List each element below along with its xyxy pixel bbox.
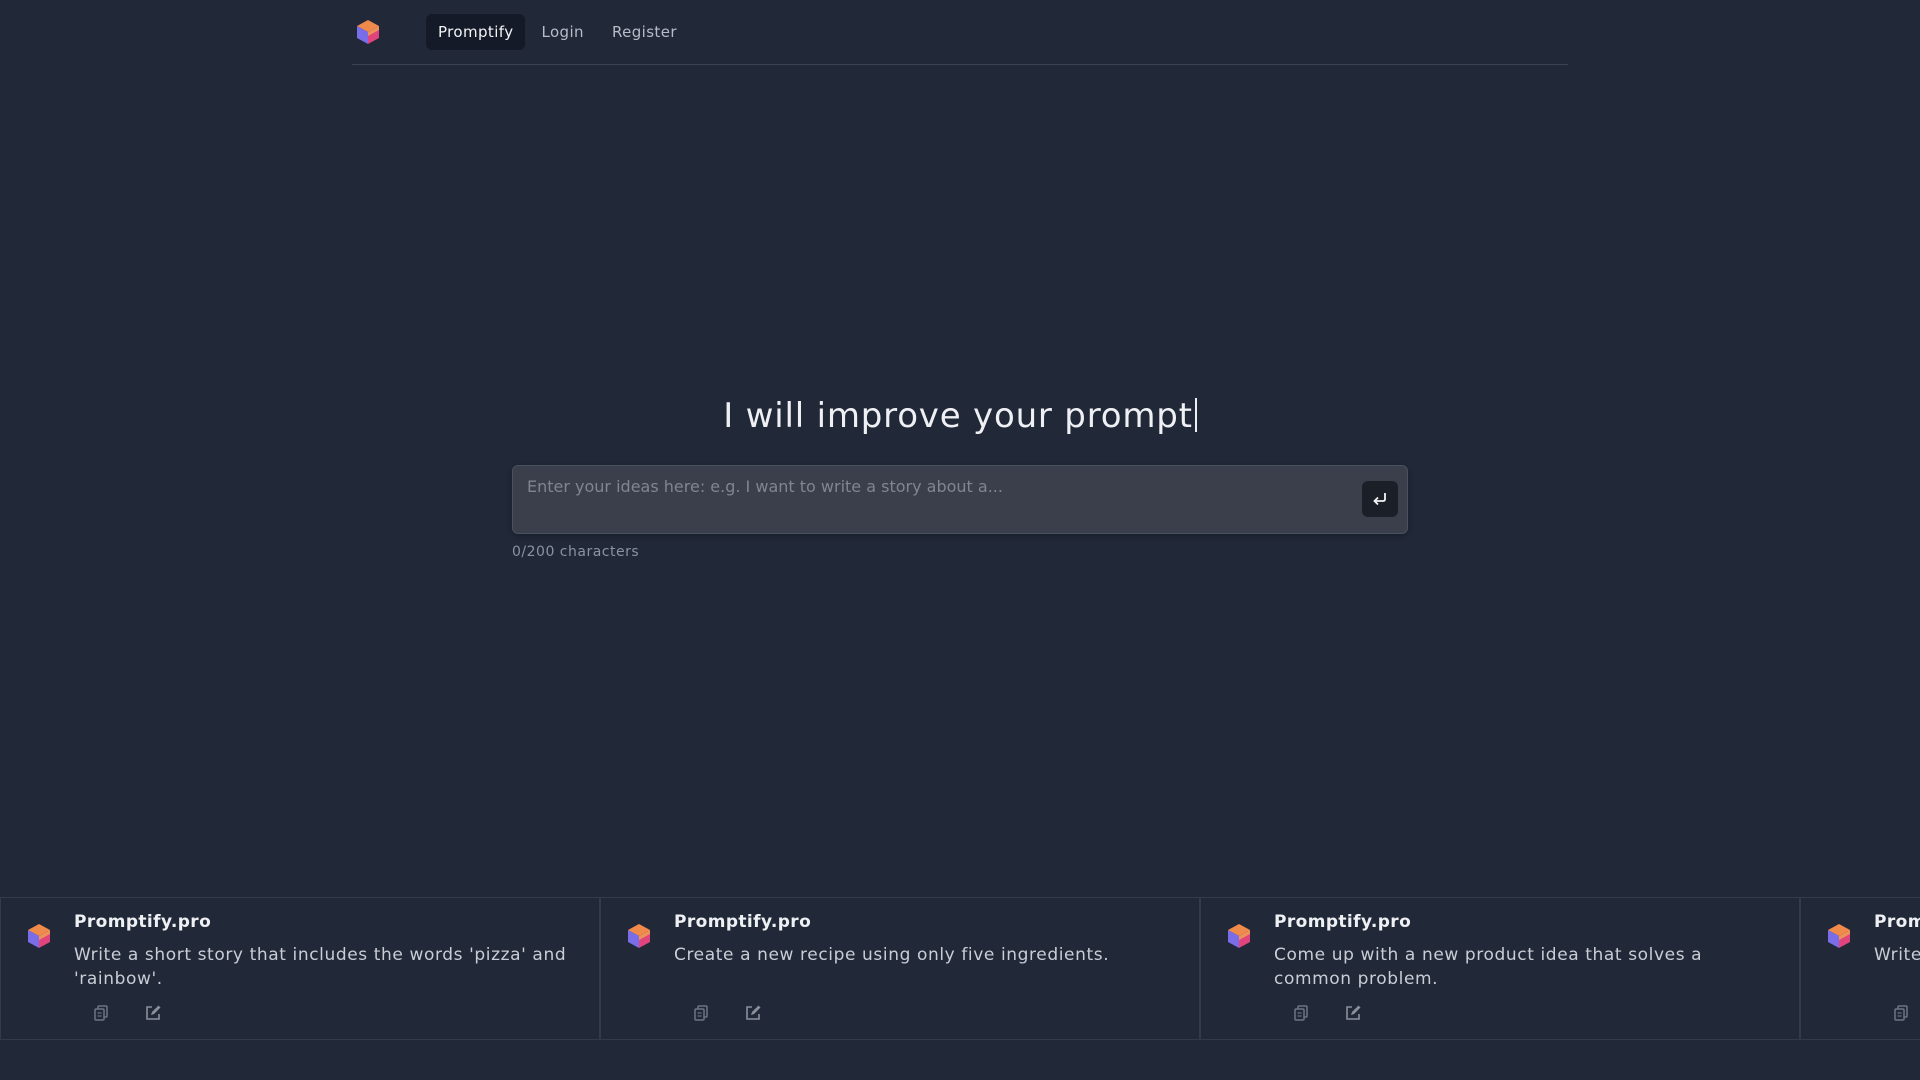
- edit-icon[interactable]: [144, 1004, 162, 1022]
- edit-icon[interactable]: [744, 1004, 762, 1022]
- enter-icon: [1373, 493, 1386, 506]
- edit-icon[interactable]: [1344, 1004, 1362, 1022]
- nav-link-promptify[interactable]: Promptify: [426, 14, 526, 50]
- cube-logo-icon: [25, 922, 53, 950]
- typing-caret: [1194, 398, 1197, 432]
- example-card[interactable]: Promptify.pro Write a poem about the oce…: [1800, 898, 1920, 1039]
- copy-icon[interactable]: [92, 1004, 110, 1022]
- card-text: Come up with a new product idea that sol…: [1274, 945, 1703, 989]
- example-card[interactable]: Promptify.pro Write a short story that i…: [0, 898, 600, 1039]
- top-nav: Promptify Login Register: [352, 0, 1568, 65]
- copy-icon[interactable]: [692, 1004, 710, 1022]
- copy-icon[interactable]: [1892, 1004, 1910, 1022]
- cube-logo-icon[interactable]: [354, 18, 382, 46]
- card-actions: [692, 1004, 762, 1022]
- card-actions: [1892, 1004, 1920, 1022]
- prompt-box: [512, 465, 1408, 534]
- card-title: Promptify.pro: [74, 912, 212, 932]
- page: Promptify Login Register I will improve …: [0, 0, 1920, 1080]
- card-actions: [1292, 1004, 1362, 1022]
- nav-link-login[interactable]: Login: [529, 14, 595, 50]
- example-cards-strip: Promptify.pro Write a short story that i…: [0, 897, 1920, 1040]
- cube-logo-icon: [1825, 922, 1853, 950]
- card-text: Write a poem about the ocean.: [1874, 945, 1920, 965]
- cube-logo-icon: [1225, 922, 1253, 950]
- card-title: Promptify.pro: [1874, 912, 1920, 932]
- card-actions: [92, 1004, 162, 1022]
- cube-logo-icon: [625, 922, 653, 950]
- card-title: Promptify.pro: [674, 912, 812, 932]
- hero-title-text: I will improve your prompt: [723, 396, 1193, 436]
- submit-button[interactable]: [1362, 481, 1398, 517]
- card-text: Write a short story that includes the wo…: [74, 945, 567, 989]
- example-card[interactable]: Promptify.pro Come up with a new product…: [1200, 898, 1800, 1039]
- prompt-input[interactable]: [513, 466, 1373, 533]
- hero-title: I will improve your prompt: [0, 396, 1920, 436]
- character-counter: 0/200 characters: [512, 544, 640, 560]
- example-card[interactable]: Promptify.pro Create a new recipe using …: [600, 898, 1200, 1039]
- nav-link-register[interactable]: Register: [600, 14, 689, 50]
- copy-icon[interactable]: [1292, 1004, 1310, 1022]
- card-title: Promptify.pro: [1274, 912, 1412, 932]
- card-text: Create a new recipe using only five ingr…: [674, 945, 1110, 965]
